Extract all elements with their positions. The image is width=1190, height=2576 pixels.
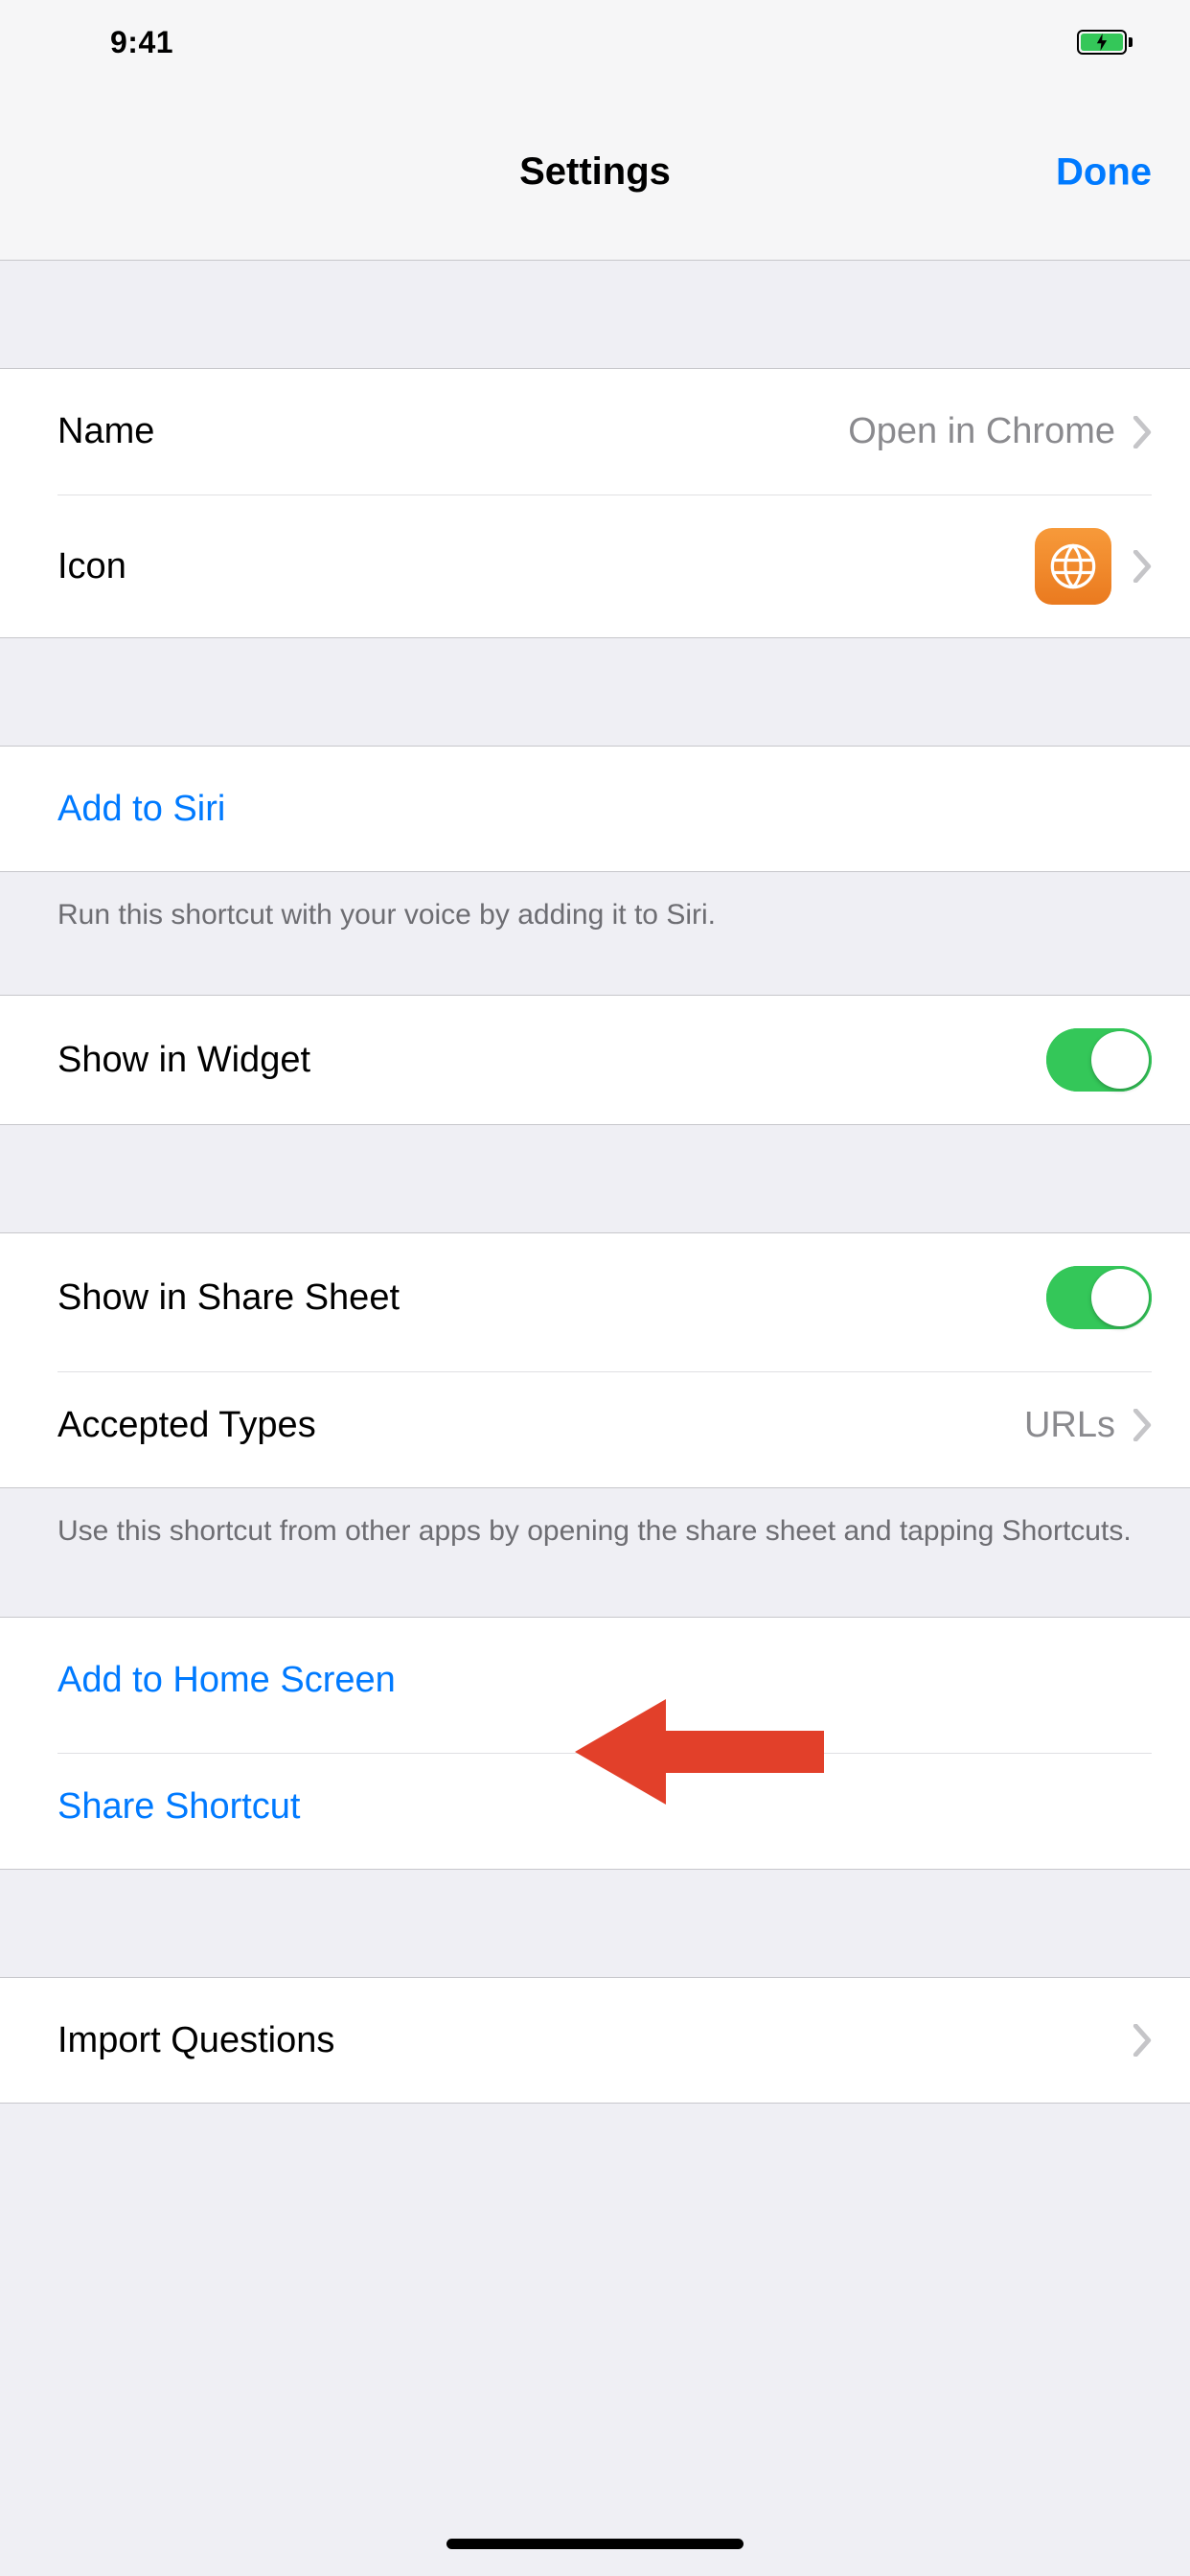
row-show-in-share-sheet: Show in Share Sheet <box>0 1232 1190 1362</box>
share-sheet-footer: Use this shortcut from other apps by ope… <box>0 1488 1190 1552</box>
import-questions-label: Import Questions <box>57 2020 1133 2061</box>
accepted-types-label: Accepted Types <box>57 1405 1024 1446</box>
battery-indicator <box>1077 30 1133 55</box>
share-sheet-label: Show in Share Sheet <box>57 1277 1046 1319</box>
widget-toggle[interactable] <box>1046 1028 1152 1092</box>
page-title: Settings <box>519 150 671 194</box>
row-add-to-home-screen[interactable]: Add to Home Screen <box>0 1617 1190 1743</box>
accepted-types-value: URLs <box>1024 1405 1115 1446</box>
siri-footer: Run this shortcut with your voice by add… <box>0 872 1190 935</box>
row-accepted-types[interactable]: Accepted Types URLs <box>0 1362 1190 1488</box>
row-share-shortcut[interactable]: Share Shortcut <box>0 1743 1190 1870</box>
share-shortcut-label: Share Shortcut <box>57 1786 1152 1828</box>
status-time: 9:41 <box>110 25 173 60</box>
name-label: Name <box>57 411 848 452</box>
row-name[interactable]: Name Open in Chrome <box>0 368 1190 494</box>
chevron-right-icon <box>1133 416 1152 448</box>
row-show-in-widget: Show in Widget <box>0 995 1190 1125</box>
icon-label: Icon <box>57 546 1035 587</box>
home-indicator <box>446 2539 744 2549</box>
row-import-questions[interactable]: Import Questions <box>0 1977 1190 2104</box>
chevron-right-icon <box>1133 550 1152 583</box>
row-icon[interactable]: Icon <box>0 494 1190 638</box>
add-to-home-screen-label: Add to Home Screen <box>57 1660 1152 1701</box>
shortcut-icon-preview <box>1035 528 1111 605</box>
globe-icon <box>1048 541 1098 591</box>
nav-bar: Settings Done <box>0 84 1190 261</box>
done-button[interactable]: Done <box>1056 150 1152 194</box>
status-bar: 9:41 <box>0 0 1190 84</box>
chevron-right-icon <box>1133 1409 1152 1441</box>
add-to-siri-label: Add to Siri <box>57 789 1152 830</box>
widget-label: Show in Widget <box>57 1040 1046 1081</box>
share-sheet-toggle[interactable] <box>1046 1266 1152 1329</box>
chevron-right-icon <box>1133 2024 1152 2057</box>
row-add-to-siri[interactable]: Add to Siri <box>0 746 1190 872</box>
name-value: Open in Chrome <box>848 411 1115 452</box>
